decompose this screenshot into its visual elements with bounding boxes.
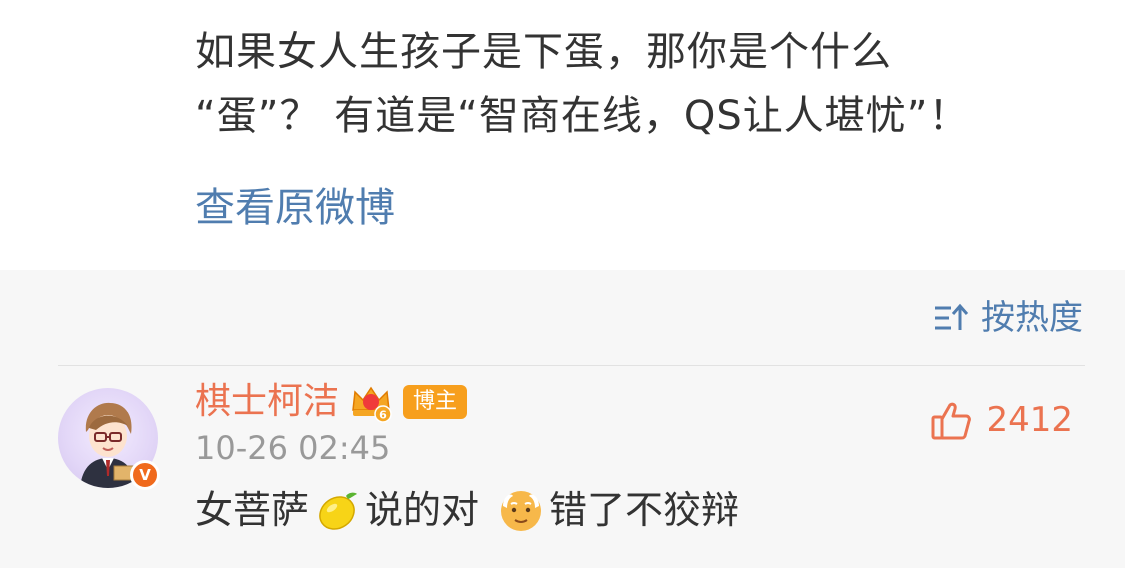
avatar-container[interactable]: V (58, 388, 160, 490)
comments-section: 按热度 V 棋士柯洁 6 博主 10-26 02:45 女菩萨 说的对 错了不狡… (0, 270, 1125, 568)
comment-header: 棋士柯洁 6 博主 (195, 378, 468, 426)
comment-text: 女菩萨 说的对 错了不狡辩 (195, 482, 739, 538)
comment-text-part-1: 女菩萨 (195, 488, 310, 532)
thumbs-up-icon (931, 402, 972, 440)
like-count: 2412 (986, 400, 1073, 440)
vip-level: 6 (379, 409, 387, 422)
weibo-page: 如果女人生孩子是下蛋，那你是个什么 “蛋”？ 有道是“智商在线，QS让人堪忧”！… (0, 0, 1125, 568)
comment-text-part-2: 说的对 (365, 488, 480, 532)
sort-by-hot-button[interactable]: 按热度 (933, 294, 1083, 342)
view-original-link[interactable]: 查看原微博 (195, 180, 395, 236)
post-text-line-2: “蛋”？ 有道是“智商在线，QS让人堪忧”！ (195, 93, 970, 139)
comment-text-part-3: 错了不狡辩 (549, 488, 740, 532)
post-section: 如果女人生孩子是下蛋，那你是个什么 “蛋”？ 有道是“智商在线，QS让人堪忧”！… (0, 0, 1125, 270)
blogger-badge: 博主 (403, 385, 468, 419)
verified-badge-icon: V (130, 460, 160, 490)
comment-username[interactable]: 棋士柯洁 (195, 378, 339, 426)
sort-icon (935, 303, 969, 330)
post-text-line-1: 如果女人生孩子是下蛋，那你是个什么 (195, 29, 892, 75)
post-text: 如果女人生孩子是下蛋，那你是个什么 “蛋”？ 有道是“智商在线，QS让人堪忧”！ (195, 20, 1095, 148)
old-man-emoji-icon (501, 491, 542, 531)
vip-crown-icon[interactable]: 6 (349, 380, 393, 424)
comment-timestamp: 10-26 02:45 (195, 429, 391, 467)
lemon-emoji-icon (319, 492, 358, 530)
sort-label: 按热度 (981, 298, 1083, 338)
divider (58, 365, 1085, 366)
like-button[interactable]: 2412 (930, 396, 1073, 444)
